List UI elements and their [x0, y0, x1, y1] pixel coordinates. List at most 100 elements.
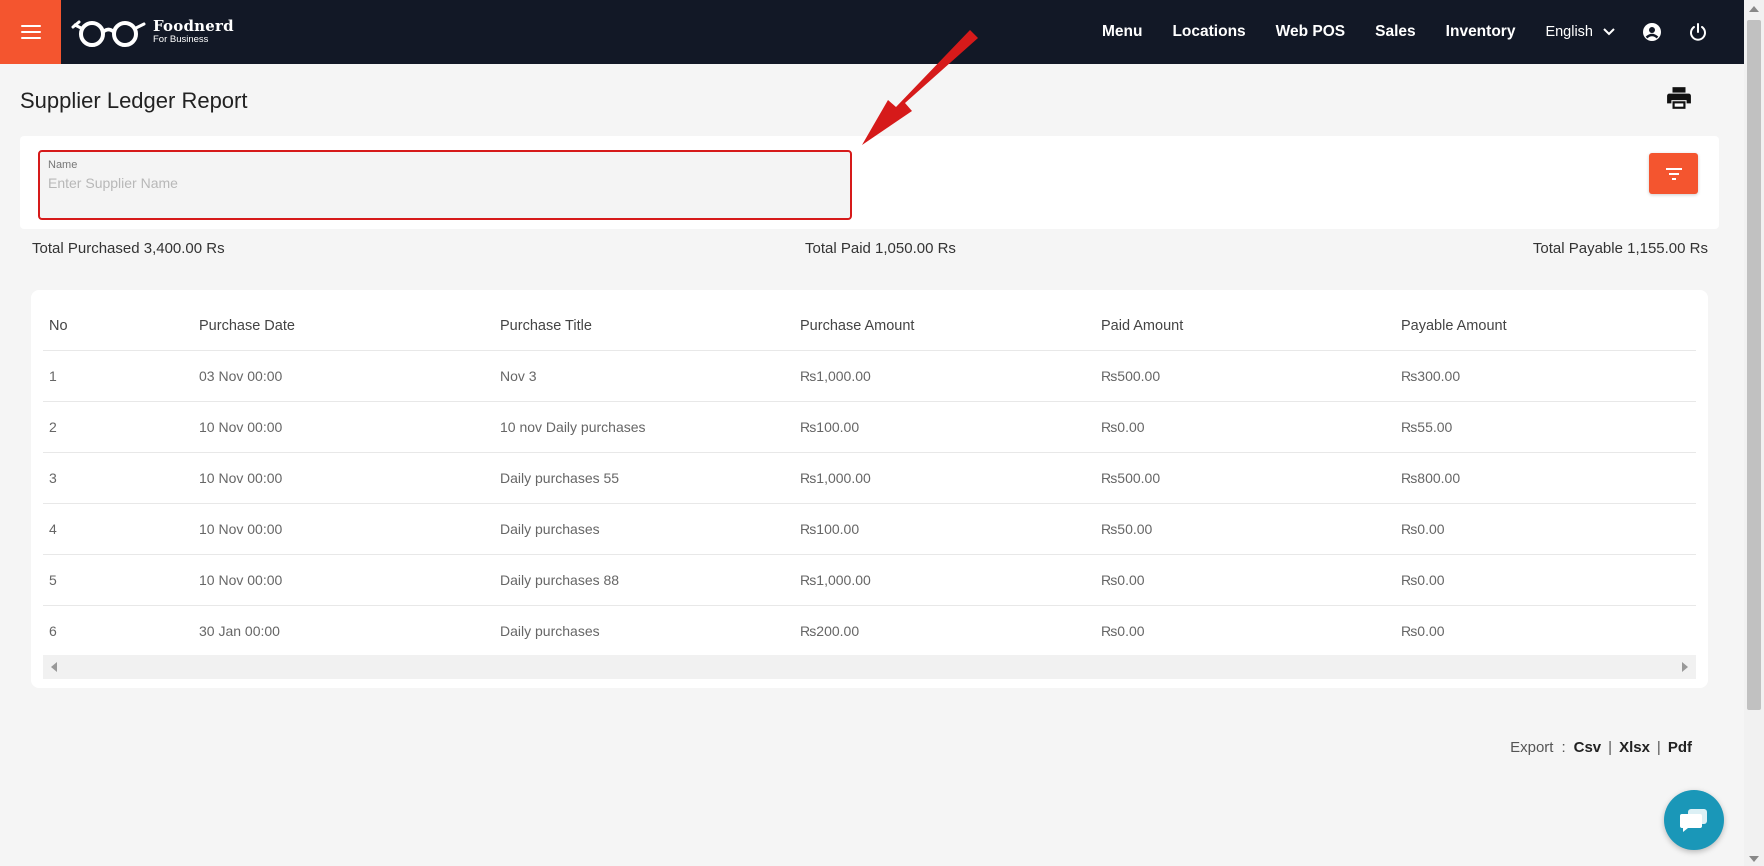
brand-logo[interactable]: Foodnerd For Business	[71, 16, 234, 48]
cell-purchase-title: Nov 3	[494, 350, 794, 402]
table-row[interactable]: 4 10 Nov 00:00 Daily purchases ₨100.00 ₨…	[43, 503, 1696, 555]
table-row[interactable]: 6 30 Jan 00:00 Daily purchases ₨200.00 ₨…	[43, 605, 1696, 656]
nav-item-menu[interactable]: Menu	[1102, 23, 1142, 41]
filter-button[interactable]	[1649, 153, 1698, 194]
top-navbar: Foodnerd For Business Menu Locations Web…	[0, 0, 1744, 64]
cell-no: 6	[49, 622, 57, 639]
nav-item-web-pos[interactable]: Web POS	[1276, 23, 1345, 41]
table-header-row: No Purchase Date Purchase Title Purchase…	[43, 302, 1696, 351]
cell-purchase-amount: ₨1,000.00	[794, 350, 1095, 402]
export-csv-link[interactable]: Csv	[1574, 739, 1602, 756]
export-separator: |	[1608, 739, 1613, 756]
cell-no: 3	[43, 452, 193, 504]
cell-purchase-date: 10 Nov 00:00	[193, 452, 494, 504]
glasses-logo-icon	[71, 20, 146, 47]
cell-purchase-title: Daily purchases	[494, 503, 794, 555]
cell-paid-amount: ₨0.00	[1101, 622, 1145, 639]
account-button[interactable]	[1642, 22, 1662, 42]
cell-purchase-date: 10 Nov 00:00	[193, 554, 494, 606]
scroll-left-arrow[interactable]	[51, 662, 57, 672]
column-header[interactable]: Purchase Amount	[794, 302, 1095, 351]
column-header[interactable]: Paid Amount	[1095, 302, 1395, 351]
cell-purchase-date: 10 Nov 00:00	[193, 503, 494, 555]
table-row[interactable]: 5 10 Nov 00:00 Daily purchases 88 ₨1,000…	[43, 554, 1696, 606]
cell-payable-amount: ₨0.00	[1401, 622, 1445, 639]
export-bar: Export : Csv | Xlsx | Pdf	[1510, 739, 1692, 756]
total-purchased: Total Purchased 3,400.00 Rs	[32, 240, 225, 257]
filter-card: Name	[20, 136, 1719, 229]
nav-item-inventory[interactable]: Inventory	[1446, 23, 1516, 41]
scroll-right-arrow[interactable]	[1682, 662, 1688, 672]
printer-icon	[1667, 87, 1691, 109]
supplier-name-field[interactable]: Name	[38, 150, 852, 220]
page-title: Supplier Ledger Report	[20, 88, 248, 113]
scroll-down-arrow[interactable]	[1749, 856, 1759, 862]
main-nav: Menu Locations Web POS Sales Inventory E…	[1072, 0, 1708, 64]
cell-purchase-date: 03 Nov 00:00	[193, 350, 494, 402]
nav-item-locations[interactable]: Locations	[1172, 23, 1245, 41]
column-header[interactable]: No	[43, 302, 193, 351]
brand-subtitle: For Business	[153, 34, 209, 46]
export-xlsx-link[interactable]: Xlsx	[1619, 739, 1650, 756]
cell-no: 1	[43, 350, 193, 402]
cell-purchase-amount: ₨1,000.00	[794, 554, 1095, 606]
cell-paid-amount: ₨500.00	[1095, 452, 1395, 504]
language-select[interactable]: English	[1545, 24, 1616, 40]
cell-purchase-title: Daily purchases 88	[494, 554, 794, 606]
cell-payable-amount: ₨0.00	[1395, 503, 1696, 555]
cell-purchase-title: Daily purchases 55	[494, 452, 794, 504]
chevron-down-icon	[1603, 28, 1615, 36]
cell-purchase-amount: ₨200.00	[800, 622, 860, 639]
account-circle-icon	[1643, 23, 1661, 41]
cell-no: 2	[43, 401, 193, 453]
cell-purchase-amount: ₨100.00	[794, 401, 1095, 453]
menu-toggle-button[interactable]	[0, 0, 61, 64]
filter-icon	[1665, 167, 1682, 180]
total-paid: Total Paid 1,050.00 Rs	[805, 240, 956, 257]
table-row[interactable]: 2 10 Nov 00:00 10 nov Daily purchases ₨1…	[43, 401, 1696, 453]
chat-widget-button[interactable]	[1664, 790, 1724, 850]
column-header[interactable]: Purchase Title	[494, 302, 794, 351]
scrollbar-thumb[interactable]	[1747, 20, 1761, 710]
cell-payable-amount: ₨55.00	[1395, 401, 1696, 453]
cell-paid-amount: ₨500.00	[1095, 350, 1395, 402]
logout-button[interactable]	[1688, 22, 1708, 42]
ledger-table: No Purchase Date Purchase Title Purchase…	[43, 302, 1696, 656]
page-scrollbar[interactable]	[1744, 0, 1764, 866]
cell-no: 5	[43, 554, 193, 606]
hamburger-icon	[20, 25, 41, 39]
column-header[interactable]: Payable Amount	[1395, 302, 1696, 351]
total-payable: Total Payable 1,155.00 Rs	[1532, 240, 1708, 257]
power-icon	[1690, 23, 1706, 41]
cell-paid-amount: ₨0.00	[1095, 401, 1395, 453]
language-label: English	[1545, 24, 1593, 40]
supplier-name-input[interactable]	[48, 175, 842, 191]
cell-purchase-title: 10 nov Daily purchases	[494, 401, 794, 453]
ledger-table-card: No Purchase Date Purchase Title Purchase…	[31, 290, 1708, 688]
cell-payable-amount: ₨800.00	[1395, 452, 1696, 504]
cell-paid-amount: ₨50.00	[1095, 503, 1395, 555]
cell-purchase-date: 30 Jan 00:00	[199, 622, 280, 639]
cell-payable-amount: ₨0.00	[1395, 554, 1696, 606]
brand-name: Foodnerd	[153, 17, 234, 36]
export-colon: :	[1561, 739, 1566, 756]
scroll-up-arrow[interactable]	[1749, 6, 1759, 12]
table-row[interactable]: 3 10 Nov 00:00 Daily purchases 55 ₨1,000…	[43, 452, 1696, 504]
table-row[interactable]: 1 03 Nov 00:00 Nov 3 ₨1,000.00 ₨500.00 ₨…	[43, 350, 1696, 402]
print-button[interactable]	[1666, 85, 1692, 116]
export-separator: |	[1656, 739, 1661, 756]
cell-payable-amount: ₨300.00	[1395, 350, 1696, 402]
cell-purchase-amount: ₨100.00	[794, 503, 1095, 555]
cell-purchase-amount: ₨1,000.00	[794, 452, 1095, 504]
cell-purchase-title: Daily purchases	[500, 622, 600, 639]
nav-item-sales[interactable]: Sales	[1375, 23, 1416, 41]
table-horizontal-scrollbar[interactable]	[43, 655, 1696, 679]
cell-purchase-date: 10 Nov 00:00	[193, 401, 494, 453]
supplier-name-label: Name	[48, 159, 78, 171]
cell-paid-amount: ₨0.00	[1095, 554, 1395, 606]
export-pdf-link[interactable]: Pdf	[1668, 739, 1692, 756]
cell-no: 4	[43, 503, 193, 555]
export-label: Export	[1510, 739, 1554, 756]
column-header[interactable]: Purchase Date	[193, 302, 494, 351]
chat-icon	[1680, 809, 1707, 832]
